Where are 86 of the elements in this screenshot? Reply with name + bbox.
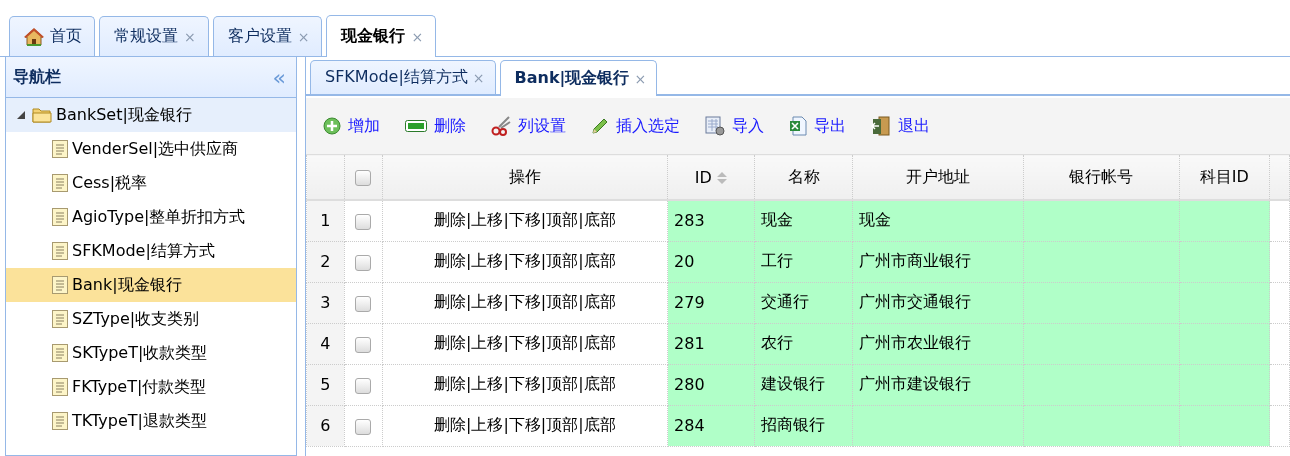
table-cell: 279 [667,282,755,323]
row-number: 2 [306,241,345,282]
tree-item[interactable]: VenderSel|选中供应商 [6,132,296,166]
tree-item[interactable]: SZType|收支类别 [6,302,296,336]
toolbar-button[interactable]: 插入选定 [591,115,680,137]
tab[interactable]: SFKMode|结算方式 × [310,60,496,94]
table-cell: 现金 [852,200,1024,241]
table-cell: 20 [667,241,755,282]
row-number: 6 [306,405,345,446]
checkbox[interactable] [355,254,372,271]
tree-item[interactable]: SFKMode|结算方式 [6,234,296,268]
sort-icon[interactable] [715,171,728,185]
row-number: 3 [306,282,345,323]
expand-icon[interactable] [17,111,25,119]
document-icon [52,208,68,226]
column-header[interactable]: 操作 [382,154,668,200]
column-header[interactable]: 银行帐号 [1023,154,1180,200]
toolbar-button[interactable]: 增加 [323,115,380,137]
remove-icon [405,120,427,132]
document-icon [52,310,68,328]
door-icon [871,116,891,136]
table-cell: 281 [667,323,755,364]
document-icon [52,140,68,158]
table-cell: 农行 [754,323,853,364]
tab[interactable]: Bank|现金银行 × [499,60,658,96]
table-cell: 招商银行 [754,405,853,446]
tab[interactable]: 常规设置 × [99,16,209,56]
toolbar-button[interactable]: 退出 [871,115,930,137]
checkbox[interactable] [355,336,372,353]
checkbox[interactable] [355,295,372,312]
table-cell: 广州市农业银行 [852,323,1024,364]
document-icon [52,412,68,430]
row-actions[interactable]: 删除|上移|下移|顶部|底部 [382,364,668,405]
document-icon [52,344,68,362]
tab[interactable]: 客户设置 × [212,16,323,56]
document-icon [52,378,68,396]
checkbox[interactable] [355,418,372,435]
table-cell: 广州市交通银行 [852,282,1024,323]
table-cell: 建设银行 [754,364,853,405]
toolbar-button[interactable]: 删除 [405,115,466,137]
scissors-icon [491,116,511,136]
row-actions[interactable]: 删除|上移|下移|顶部|底部 [382,405,668,446]
row-actions[interactable]: 删除|上移|下移|顶部|底部 [382,200,668,241]
toolbar-button[interactable]: 导入 [705,115,764,137]
checkbox[interactable] [355,170,372,186]
panel-title: 导航栏 [13,66,61,88]
tree-item[interactable]: Bank|现金银行 [6,268,296,302]
document-icon [52,242,68,260]
checkbox[interactable] [355,377,372,394]
column-header[interactable]: 开户地址 [852,154,1024,200]
home-icon [24,27,44,46]
tree-item[interactable]: AgioType|整单折扣方式 [6,200,296,234]
table-cell: 广州市建设银行 [852,364,1024,405]
checkbox[interactable] [355,213,372,230]
row-actions[interactable]: 删除|上移|下移|顶部|底部 [382,323,668,364]
table-cell: 广州市商业银行 [852,241,1024,282]
column-header[interactable]: ID [667,154,755,200]
table-cell: 工行 [754,241,853,282]
document-icon [52,174,68,192]
tree-item[interactable]: TKTypeT|退款类型 [6,404,296,438]
row-number: 1 [306,200,345,241]
calculator-icon [705,116,725,136]
toolbar-button[interactable]: 列设置 [491,115,566,137]
row-number: 5 [306,364,345,405]
pencil-icon [591,117,609,135]
row-number: 4 [306,323,345,364]
table-cell: 283 [667,200,755,241]
tree-item[interactable]: BankSet|现金银行 [6,98,296,132]
table-cell: 284 [667,405,755,446]
toolbar-button[interactable]: 导出 [789,115,846,137]
tree-item[interactable]: SKTypeT|收款类型 [6,336,296,370]
column-header[interactable]: 名称 [754,154,853,200]
tree-item[interactable]: Cess|税率 [6,166,296,200]
add-icon [323,117,341,135]
document-icon [52,276,68,294]
tab[interactable]: 现金银行 × [326,15,437,57]
column-header[interactable]: 科目ID [1179,154,1270,200]
row-actions[interactable]: 删除|上移|下移|顶部|底部 [382,241,668,282]
table-cell: 280 [667,364,755,405]
row-actions[interactable]: 删除|上移|下移|顶部|底部 [382,282,668,323]
spreadsheet-icon [789,116,807,136]
table-cell: 交通行 [754,282,853,323]
folder-icon [32,107,52,123]
tree-item[interactable]: FKTypeT|付款类型 [6,370,296,404]
tab[interactable]: 首页 [9,16,95,56]
table-cell: 现金 [754,200,853,241]
